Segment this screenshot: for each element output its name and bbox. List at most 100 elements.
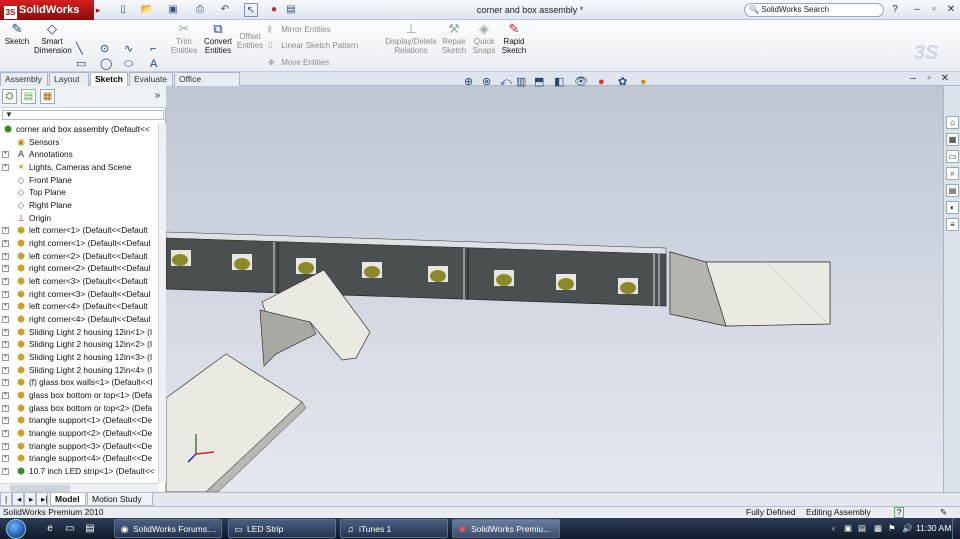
tab-motion-study[interactable]: Motion Study 1: [87, 493, 153, 516]
tree-item[interactable]: + ⬢ right corner<4> (Default<<Defaul: [0, 313, 158, 326]
expand-icon[interactable]: +: [2, 417, 9, 425]
search-results-icon[interactable]: ⌕: [946, 167, 959, 180]
doc-restore-icon[interactable]: ▫: [922, 72, 936, 86]
tree-item[interactable]: + ⬢ Sliding Light 2 housing 12in<1> (I: [0, 326, 158, 339]
scroll-next-icon[interactable]: ▸: [24, 493, 36, 506]
polygon-icon[interactable]: ◯: [100, 58, 112, 70]
tree-item[interactable]: + ⬢ glass box bottom or top<2> (Defa: [0, 402, 158, 415]
expand-icon[interactable]: +: [2, 392, 9, 400]
tree-item[interactable]: + ⬢ triangle support<3> (Default<<De: [0, 440, 158, 453]
clock[interactable]: 11:30 AM: [916, 518, 951, 539]
expand-icon[interactable]: +: [2, 430, 9, 438]
convert-entities-button[interactable]: ⧉ Convert Entities: [202, 22, 234, 56]
select-arrow-icon[interactable]: ↖: [244, 3, 258, 17]
expand-icon[interactable]: +: [2, 303, 9, 311]
propertymanager-tab-icon[interactable]: ▤: [21, 89, 36, 104]
linear-pattern-button[interactable]: ⁞⁞ Linear Sketch Pattern: [268, 41, 358, 51]
expand-icon[interactable]: +: [2, 316, 9, 324]
repair-sketch-button[interactable]: ⚒ Repair Sketch: [440, 22, 468, 56]
tree-item[interactable]: + ⬢ triangle support<4> (Default<<De: [0, 452, 158, 465]
display-delete-relations-button[interactable]: ⊥ Display/Delete Relations: [384, 22, 438, 56]
expand-icon[interactable]: +: [2, 442, 9, 450]
taskbar-item-itunes[interactable]: ♫ iTunes 1: [340, 519, 448, 538]
tree-item[interactable]: + ⬢ right corner<3> (Default<<Defaul: [0, 288, 158, 301]
tree-item[interactable]: + ⬢ glass box bottom or top<1> (Defa: [0, 389, 158, 402]
expand-icon[interactable]: +: [2, 151, 9, 159]
edit-appearance-icon[interactable]: ●: [598, 76, 605, 88]
configurationmanager-tab-icon[interactable]: ▦: [40, 89, 55, 104]
expand-icon[interactable]: +: [2, 341, 9, 349]
ellipse-icon[interactable]: ⬭: [124, 58, 133, 70]
expand-icon[interactable]: +: [2, 227, 9, 235]
expand-icon[interactable]: +: [2, 290, 9, 298]
tree-item[interactable]: ◇ Front Plane: [0, 174, 158, 187]
tray-expand-icon[interactable]: ‹: [832, 518, 835, 539]
appearances-icon[interactable]: ◐: [946, 201, 959, 214]
restore-icon[interactable]: ▫: [927, 3, 941, 17]
tree-item[interactable]: + ⬢ Sliding Light 2 housing 12in<3> (I: [0, 351, 158, 364]
tab-model[interactable]: Model: [50, 493, 86, 506]
tree-item[interactable]: + ⬢ triangle support<1> (Default<<De: [0, 414, 158, 427]
expand-icon[interactable]: +: [2, 379, 9, 387]
explorer-icon[interactable]: ▤: [82, 521, 98, 536]
section-view-icon[interactable]: ▥: [516, 76, 526, 88]
expand-icon[interactable]: +: [2, 278, 9, 286]
open-folder-icon[interactable]: 📂: [140, 3, 154, 17]
graphics-area[interactable]: ⊕ ⊗ ⤺ ▥ ⬒ ◧ 👁 ● ✿ ●: [166, 76, 943, 492]
line-icon[interactable]: ╲: [76, 43, 83, 55]
tree-item[interactable]: + ⬢ Sliding Light 2 housing 12in<2> (I: [0, 338, 158, 351]
smart-dimension-button[interactable]: ◇ Smart Dimension: [34, 22, 72, 56]
display-style-icon[interactable]: ◧: [554, 76, 564, 88]
tree-item[interactable]: + ⬢ 10.7 inch LED strip<1> (Default<<: [0, 465, 158, 478]
text-tool-icon[interactable]: A: [150, 58, 157, 70]
previous-view-icon[interactable]: ⤺: [500, 76, 512, 88]
tree-item[interactable]: + ⬢ left corner<4> (Default<<Default: [0, 300, 158, 313]
tree-vertical-scrollbar[interactable]: [158, 123, 166, 483]
expand-icon[interactable]: +: [2, 265, 9, 273]
featuremanager-tab-icon[interactable]: ⛭: [2, 89, 17, 104]
taskbar-item-folder[interactable]: ▭ LED Strip: [228, 519, 336, 538]
tree-filter[interactable]: ▼: [2, 110, 164, 120]
tree-item[interactable]: + ⬢ right corner<1> (Default<<Defaul: [0, 237, 158, 250]
expand-icon[interactable]: +: [2, 468, 9, 476]
tab-office-products[interactable]: Office Products: [174, 72, 240, 97]
view-palette-icon[interactable]: ▤: [946, 184, 959, 197]
hide-show-icon[interactable]: 👁: [574, 76, 588, 88]
expand-icon[interactable]: +: [2, 252, 9, 260]
tree-item[interactable]: ◇ Right Plane: [0, 199, 158, 212]
show-desktop-button[interactable]: [952, 518, 960, 539]
tray-flag-icon[interactable]: ⚑: [888, 518, 896, 539]
sketch-fillet-icon[interactable]: ⌐: [150, 43, 156, 55]
undo-icon[interactable]: ↶: [218, 3, 232, 17]
doc-close-icon[interactable]: ✕: [938, 72, 952, 86]
zoom-to-fit-icon[interactable]: ⊕: [464, 76, 473, 88]
tab-assembly[interactable]: Assembly: [0, 72, 48, 86]
status-help-icon[interactable]: ?: [894, 507, 904, 518]
tree-item[interactable]: ◉ Sensors: [0, 136, 158, 149]
tree-root[interactable]: ⬢ corner and box assembly (Default<<: [0, 123, 158, 136]
close-icon[interactable]: ✕: [944, 3, 958, 17]
expand-icon[interactable]: +: [2, 354, 9, 362]
expand-icon[interactable]: +: [2, 366, 9, 374]
minimize-icon[interactable]: –: [910, 3, 924, 17]
expand-icon[interactable]: +: [2, 404, 9, 412]
scroll-prev-icon[interactable]: ◂: [12, 493, 24, 506]
tree-item[interactable]: + A Annotations: [0, 148, 158, 161]
view-orientation-icon[interactable]: ⬒: [534, 76, 544, 88]
tab-layout[interactable]: Layout: [49, 72, 89, 86]
circle-icon[interactable]: ⊙: [100, 43, 109, 55]
expand-icon[interactable]: +: [2, 328, 9, 336]
rectangle-icon[interactable]: ▭: [76, 58, 86, 70]
tree-item[interactable]: + ⬢ Sliding Light 2 housing 12in<4> (I: [0, 364, 158, 377]
tab-sketch[interactable]: Sketch: [90, 72, 128, 86]
tree-item[interactable]: ⊥ Origin: [0, 212, 158, 225]
doc-minimize-icon[interactable]: –: [906, 72, 920, 86]
rebuild-icon[interactable]: ●: [268, 3, 280, 17]
file-explorer-icon[interactable]: ▭: [946, 150, 959, 163]
mirror-entities-button[interactable]: ⫼ Mirror Entities: [268, 25, 331, 35]
quick-snaps-button[interactable]: ◈ Quick Snaps: [470, 22, 498, 56]
help-icon[interactable]: ?: [888, 3, 902, 17]
tree-item[interactable]: + ⬢ right corner<2> (Default<<Defaul: [0, 262, 158, 275]
search-input[interactable]: 🔍 SolidWorks Search: [744, 3, 884, 17]
sketch-button[interactable]: ✎ Sketch: [4, 22, 30, 47]
